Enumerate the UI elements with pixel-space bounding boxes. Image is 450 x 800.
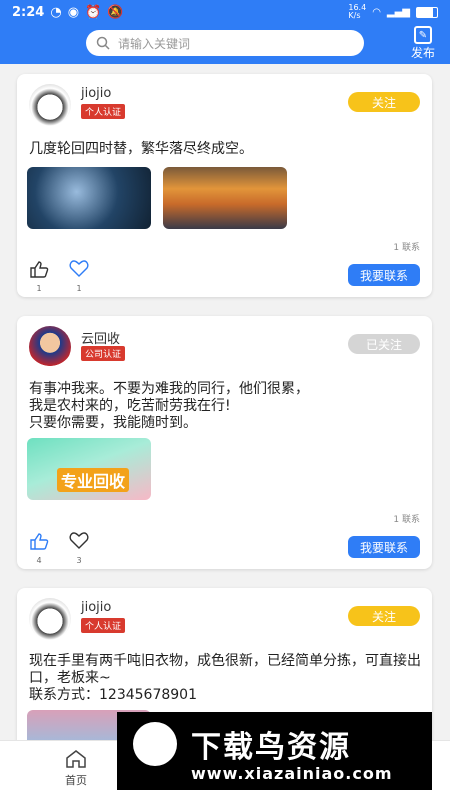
heart-icon bbox=[69, 532, 89, 549]
watermark-title: 下载鸟资源 bbox=[191, 730, 351, 765]
status-bar: 2:24 ◔ ◉ ⏰ 🔕 16.4 K/s ◠ ▂▄▆ bbox=[0, 0, 450, 24]
search-icon bbox=[96, 36, 110, 50]
contact-button[interactable]: 我要联系 bbox=[348, 264, 420, 286]
eye-icon: ◉ bbox=[67, 4, 80, 20]
search-placeholder: 请输入关键词 bbox=[118, 36, 191, 51]
avatar[interactable] bbox=[29, 326, 71, 368]
post-image[interactable]: 专业回收 bbox=[27, 438, 151, 500]
contact-count: 1 联系 bbox=[393, 243, 420, 253]
heart-icon bbox=[69, 260, 89, 277]
post-text: 现在手里有两千吨旧衣物，成色很新，已经简单分拣，可直接出口，老板来~ 联系方式：… bbox=[29, 653, 421, 703]
status-time: 2:24 bbox=[12, 4, 45, 20]
post-text: 几度轮回四时替，繁华落尽终成空。 bbox=[29, 141, 253, 157]
user-name[interactable]: 云回收 bbox=[81, 328, 120, 347]
publish-label: 发布 bbox=[410, 46, 435, 60]
post-feed[interactable]: jiojio 个人认证 关注 几度轮回四时替，繁华落尽终成空。 1 联系 1 1… bbox=[0, 64, 450, 740]
speedometer-icon: ◔ bbox=[50, 4, 62, 20]
verification-badge: 公司认证 bbox=[81, 346, 126, 361]
mute-icon: 🔕 bbox=[107, 4, 124, 20]
network-speed: 16.4 K/s bbox=[348, 3, 367, 20]
watermark-url: www.xiazainiao.com bbox=[191, 764, 393, 783]
tab-home[interactable]: 首页 bbox=[56, 749, 96, 788]
follow-button[interactable]: 已关注 bbox=[348, 334, 420, 354]
avatar[interactable] bbox=[29, 84, 71, 126]
thumbs-up-icon bbox=[30, 261, 49, 278]
contact-count: 1 联系 bbox=[393, 515, 420, 525]
home-icon bbox=[66, 750, 86, 768]
wifi-icon: ◠ bbox=[372, 6, 381, 18]
user-name[interactable]: jiojio bbox=[81, 600, 111, 615]
follow-button[interactable]: 关注 bbox=[348, 92, 420, 112]
follow-button[interactable]: 关注 bbox=[348, 606, 420, 626]
tab-home-label: 首页 bbox=[65, 774, 87, 787]
post-text: 有事冲我来。不要为难我的同行，他们很累， 我是农村来的，吃苦耐劳我在行! 只要你… bbox=[29, 381, 309, 431]
top-header: 请输入关键词 ✎ 发布 bbox=[0, 24, 450, 64]
watermark-banner: 下载鸟资源 www.xiazainiao.com bbox=[117, 712, 432, 790]
watermark-logo bbox=[133, 722, 177, 766]
publish-button[interactable]: ✎ 发布 bbox=[406, 26, 440, 61]
search-input[interactable]: 请输入关键词 bbox=[86, 30, 364, 56]
post-image[interactable] bbox=[27, 167, 151, 229]
thumbs-up-icon bbox=[30, 533, 49, 550]
favorite-count: 1 bbox=[76, 284, 82, 293]
user-name[interactable]: jiojio bbox=[81, 86, 111, 101]
favorite-button[interactable]: 1 bbox=[67, 260, 91, 293]
like-count: 1 bbox=[36, 284, 42, 293]
verification-badge: 个人认证 bbox=[81, 618, 126, 633]
battery-icon bbox=[416, 6, 438, 18]
avatar[interactable] bbox=[29, 598, 71, 640]
signal-icon: ▂▄▆ bbox=[386, 6, 410, 18]
post-card: jiojio 个人认证 关注 几度轮回四时替，繁华落尽终成空。 1 联系 1 1… bbox=[17, 74, 432, 297]
post-image-text: 专业回收 bbox=[57, 468, 130, 492]
post-image[interactable] bbox=[163, 167, 287, 229]
publish-icon: ✎ bbox=[414, 26, 432, 44]
favorite-button[interactable]: 3 bbox=[67, 532, 91, 565]
like-count: 4 bbox=[36, 556, 42, 565]
post-card: 云回收 公司认证 已关注 有事冲我来。不要为难我的同行，他们很累， 我是农村来的… bbox=[17, 316, 432, 569]
like-button[interactable]: 1 bbox=[27, 260, 51, 293]
favorite-count: 3 bbox=[76, 556, 82, 565]
verification-badge: 个人认证 bbox=[81, 104, 126, 119]
like-button[interactable]: 4 bbox=[27, 532, 51, 565]
alarm-icon: ⏰ bbox=[85, 4, 102, 20]
contact-button[interactable]: 我要联系 bbox=[348, 536, 420, 558]
